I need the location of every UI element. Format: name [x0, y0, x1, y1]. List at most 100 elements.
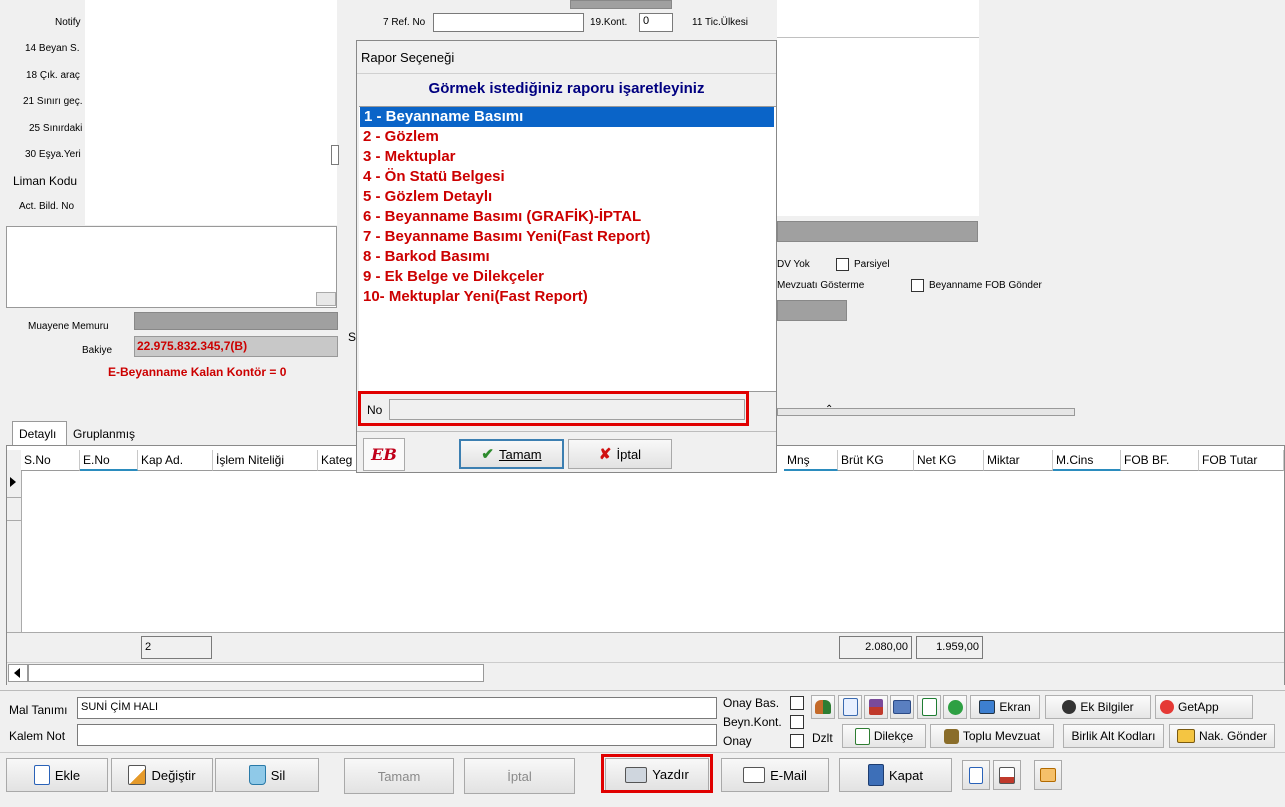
sil-button[interactable]: Sil	[215, 758, 319, 792]
col-header-net-kg[interactable]: Net KG	[914, 450, 984, 471]
info-icon	[1062, 700, 1077, 714]
row-indicator-line-2	[7, 520, 21, 521]
kont-input[interactable]: 0	[639, 13, 673, 32]
recycle-bin-icon	[248, 765, 266, 785]
label-cik-arac: 18 Çık. araç	[26, 70, 80, 81]
new-document-icon	[33, 765, 50, 785]
scroll-thumb[interactable]	[28, 664, 484, 682]
tab-gruplanmis[interactable]: Gruplanmış	[73, 427, 135, 441]
users-button[interactable]	[811, 695, 835, 719]
col-header-sno[interactable]: S.No	[21, 450, 80, 471]
dilekce-button[interactable]: Dilekçe	[842, 724, 926, 748]
report-option[interactable]: 5 - Gözlem Detaylı	[359, 187, 776, 207]
onay-bas-checkbox[interactable]	[790, 696, 804, 710]
col-header-kategori[interactable]: Kateg	[318, 450, 358, 471]
nak-gonder-button[interactable]: Nak. Gönder	[1169, 724, 1275, 748]
dialog-ok-button[interactable]: ✔ Tamam	[459, 439, 564, 469]
report-option[interactable]: 2 - Gözlem	[359, 127, 776, 147]
label-bakiye: Bakiye	[82, 345, 113, 356]
users-icon	[815, 700, 831, 714]
birlik-alt-kodlari-button[interactable]: Birlik Alt Kodları	[1063, 724, 1164, 748]
report-option[interactable]: 10- Mektuplar Yeni(Fast Report)	[359, 287, 776, 307]
eb-logo: EB	[363, 438, 405, 471]
bakiye-value: 22.975.832.345,7(B)	[137, 339, 248, 353]
col-header-miktar[interactable]: Miktar	[984, 450, 1053, 471]
tamam-label: Tamam	[377, 768, 421, 784]
sil-label: Sil	[270, 767, 286, 783]
keyboard-icon	[893, 700, 911, 714]
col-header-kap-ad[interactable]: Kap Ad.	[138, 450, 213, 471]
iptal-button[interactable]: İptal	[464, 758, 575, 794]
label-esya-yeri: 30 Eşya.Yeri	[25, 149, 81, 160]
col-header-brut-kg[interactable]: Brüt KG	[838, 450, 914, 471]
help-button[interactable]	[1034, 760, 1062, 790]
report-option[interactable]: 3 - Mektuplar	[359, 147, 776, 167]
report-option[interactable]: 6 - Beyanname Basımı (GRAFİK)-İPTAL	[359, 207, 776, 227]
muayene-field	[134, 312, 338, 330]
dialog-cancel-button[interactable]: ✘ İptal	[568, 439, 672, 469]
stamp-button[interactable]	[864, 695, 888, 719]
check-icon: ✔	[481, 446, 494, 463]
ek-bilgiler-button[interactable]: Ek Bilgiler	[1045, 695, 1151, 719]
notes-scroll-button[interactable]	[316, 292, 336, 306]
getapp-button[interactable]: GetApp	[1155, 695, 1253, 719]
getapp-label: GetApp	[1178, 700, 1219, 714]
excel-icon	[921, 698, 937, 716]
label-s: S	[348, 330, 357, 344]
right-panel-line	[777, 37, 979, 38]
excel-button[interactable]	[917, 695, 941, 719]
report-option[interactable]: 4 - Ön Statü Belgesi	[359, 167, 776, 187]
dialog-divider	[357, 431, 776, 432]
rapor-secenegi-dialog: Rapor Seçeneği Görmek istediğiniz raporu…	[356, 40, 777, 473]
degistir-button[interactable]: Değiştir	[111, 758, 213, 792]
report-option[interactable]: 7 - Beyanname Basımı Yeni(Fast Report)	[359, 227, 776, 247]
report-option[interactable]: 1 - Beyanname Basımı	[360, 107, 774, 127]
document-icon	[842, 698, 858, 716]
label-notify: Notify	[55, 17, 81, 28]
dialog-cancel-label: İptal	[616, 446, 642, 462]
label-sinirdaki: 25 Sınırdaki	[29, 123, 83, 134]
onay-checkbox[interactable]	[790, 734, 804, 748]
report-option[interactable]: 8 - Barkod Basımı	[359, 247, 776, 267]
report-list[interactable]: 1 - Beyanname Basımı 2 - Gözlem 3 - Mektup…	[359, 106, 776, 392]
toplu-mevzuat-button[interactable]: Toplu Mevzuat	[930, 724, 1054, 748]
col-header-fob-tutar[interactable]: FOB Tutar	[1199, 450, 1284, 471]
notes-button[interactable]	[962, 760, 990, 790]
dilekce-label: Dilekçe	[873, 729, 914, 743]
email-button[interactable]: E-Mail	[721, 758, 829, 792]
degistir-label: Değiştir	[151, 767, 196, 783]
help-book-icon	[1040, 768, 1056, 782]
keyboard-button[interactable]	[890, 695, 914, 719]
close-icon: ✘	[598, 446, 612, 463]
go-button[interactable]	[943, 695, 967, 719]
notes-box[interactable]	[6, 226, 337, 308]
parsiyel-checkbox[interactable]	[836, 258, 849, 271]
label-liman-kodu: Liman Kodu	[13, 174, 78, 188]
label-onay: Onay	[723, 734, 752, 748]
col-header-mns[interactable]: Mnş	[784, 450, 838, 471]
report-button[interactable]	[993, 760, 1021, 790]
report-option[interactable]: 9 - Ek Belge ve Dilekçeler	[359, 267, 776, 287]
beyn-kont-checkbox[interactable]	[790, 715, 804, 729]
ekran-button[interactable]: Ekran	[970, 695, 1040, 719]
ref-no-input[interactable]	[433, 13, 584, 32]
ekle-button[interactable]: Ekle	[6, 758, 108, 792]
kalem-not-input[interactable]	[77, 724, 717, 746]
monitor-icon	[979, 700, 996, 714]
col-header-m-cins[interactable]: M.Cins	[1053, 450, 1121, 471]
mal-tanimi-input[interactable]: SUNİ ÇİM HALI	[77, 697, 717, 719]
kapat-button[interactable]: Kapat	[839, 758, 952, 792]
tamam-button[interactable]: Tamam	[344, 758, 454, 794]
tools-icon	[943, 728, 959, 744]
splitter[interactable]	[777, 408, 1075, 416]
col-header-islem-niteligi[interactable]: İşlem Niteliği	[213, 450, 318, 471]
toplu-mevzuat-label: Toplu Mevzuat	[962, 729, 1041, 743]
right-gray-field	[777, 300, 847, 321]
fob-gonder-checkbox[interactable]	[911, 279, 924, 292]
col-header-eno[interactable]: E.No	[80, 450, 138, 471]
tab-detayli[interactable]: Detaylı	[12, 421, 67, 445]
col-header-fob-bf[interactable]: FOB BF.	[1121, 450, 1199, 471]
label-beyn-kont: Beyn.Kont.	[723, 715, 782, 729]
esya-yeri-field[interactable]	[331, 145, 339, 165]
document-button[interactable]	[838, 695, 862, 719]
